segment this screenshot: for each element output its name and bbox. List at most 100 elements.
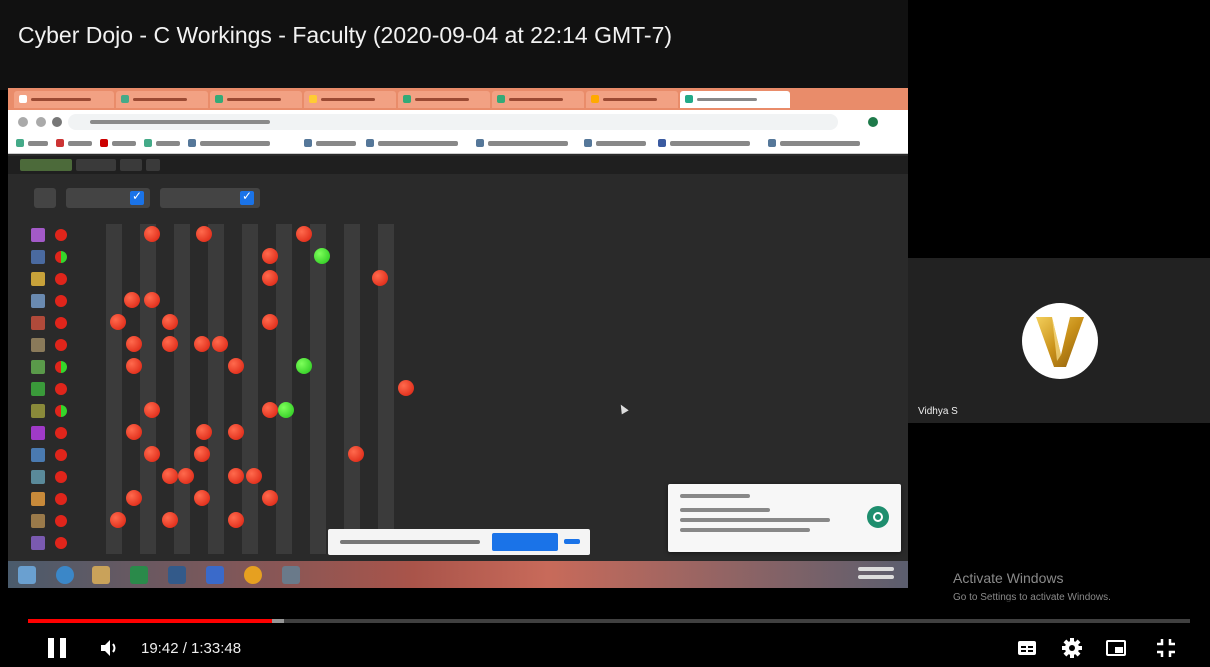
animal-avatar-icon (31, 514, 45, 528)
red-traffic-light-icon (194, 490, 210, 506)
ie-icon (56, 566, 74, 584)
options-button (34, 188, 56, 208)
progress-bar[interactable] (28, 619, 1190, 623)
start-icon (18, 566, 36, 584)
browser-tab (492, 91, 584, 108)
traffic-light-icon (55, 405, 67, 417)
red-traffic-light-icon (398, 380, 414, 396)
pause-button[interactable] (48, 638, 66, 658)
red-traffic-light-icon (144, 402, 160, 418)
red-traffic-light-icon (228, 512, 244, 528)
browser-tab (14, 91, 114, 108)
video-player[interactable]: Cyber Dojo - C Workings - Faculty (2020-… (0, 0, 1210, 667)
bookmark-icon (56, 139, 64, 147)
red-traffic-light-icon (196, 226, 212, 242)
forward-icon (36, 117, 46, 127)
browser-tab-strip (8, 88, 908, 110)
app-icon (130, 566, 148, 584)
traffic-light-rows (28, 224, 414, 554)
animal-avatar-icon (31, 470, 45, 484)
red-traffic-light-icon (262, 490, 278, 506)
red-traffic-light-icon (196, 424, 212, 440)
dojo-options (8, 184, 908, 212)
video-title: Cyber Dojo - C Workings - Faculty (2020-… (18, 22, 673, 48)
volume-icon (101, 640, 116, 656)
v-logo-icon (1036, 317, 1084, 367)
traffic-light-icon (55, 493, 67, 505)
bookmarks-bar (8, 134, 908, 154)
windows-taskbar (8, 561, 908, 588)
red-traffic-light-icon (228, 358, 244, 374)
bookmark-icon (188, 139, 196, 147)
reload-icon (52, 117, 62, 127)
bookmark-icon (16, 139, 24, 147)
hide-notice-button (564, 539, 580, 544)
traffic-light-icon (55, 427, 67, 439)
animal-avatar-icon (31, 294, 45, 308)
bookmark-icon (304, 139, 312, 147)
stop-sharing-button (492, 533, 558, 551)
meet-present-icon (867, 506, 889, 528)
activate-windows-title: Activate Windows (953, 570, 1064, 586)
animal-avatar-icon (31, 536, 45, 550)
presenting-popup (668, 484, 901, 552)
red-traffic-light-icon (144, 446, 160, 462)
dojo-button (120, 159, 142, 171)
browser-tab (210, 91, 302, 108)
participant-name: Vidhya S (918, 406, 958, 417)
dojo-button (146, 159, 160, 171)
animal-avatar-icon (31, 426, 45, 440)
checkbox-checked-icon (130, 189, 144, 205)
settings-gear-icon (1062, 638, 1082, 658)
browser-toolbar (8, 110, 908, 134)
red-traffic-light-icon (212, 336, 228, 352)
miniplayer-button[interactable] (1105, 637, 1127, 659)
traffic-light-icon (55, 449, 67, 461)
traffic-light-icon (55, 515, 67, 527)
player-controls: 19:42 / 1:33:48 (0, 600, 1210, 667)
animal-avatar-icon (31, 228, 45, 242)
minute-columns-toggle (160, 188, 260, 208)
bookmark-icon (100, 139, 108, 147)
browser-tab (116, 91, 208, 108)
mouse-cursor-icon (617, 402, 629, 415)
red-traffic-light-icon (126, 336, 142, 352)
app-icon (206, 566, 224, 584)
chrome-icon (244, 566, 262, 584)
bookmark-icon (144, 139, 152, 147)
red-traffic-light-icon (262, 402, 278, 418)
bookmark-icon (584, 139, 592, 147)
participant-avatar (1022, 303, 1098, 379)
subtitles-button[interactable] (1016, 637, 1038, 659)
red-traffic-light-icon (126, 490, 142, 506)
red-traffic-light-icon (178, 468, 194, 484)
red-traffic-light-icon (126, 358, 142, 374)
red-traffic-light-icon (126, 424, 142, 440)
volume-button[interactable] (99, 638, 121, 658)
red-traffic-light-icon (194, 446, 210, 462)
green-traffic-light-icon (278, 402, 294, 418)
animal-avatar-icon (31, 250, 45, 264)
red-traffic-light-icon (144, 226, 160, 242)
green-traffic-light-icon (314, 248, 330, 264)
traffic-light-icon (55, 295, 67, 307)
profile-icon (868, 117, 878, 127)
red-traffic-light-icon (228, 468, 244, 484)
dojo-button (76, 159, 116, 171)
screen-share-notice (328, 529, 590, 555)
traffic-light-icon (55, 273, 67, 285)
taskbar-clock (858, 567, 894, 571)
red-traffic-light-icon (110, 512, 126, 528)
settings-button[interactable] (1061, 637, 1083, 659)
traffic-light-icon (55, 383, 67, 395)
red-traffic-light-icon (162, 336, 178, 352)
red-traffic-light-icon (144, 292, 160, 308)
traffic-light-icon (55, 537, 67, 549)
animal-avatar-icon (31, 360, 45, 374)
app-icon (168, 566, 186, 584)
dojo-toolbar (8, 156, 908, 174)
dojo-button (20, 159, 72, 171)
exit-fullscreen-button[interactable] (1155, 637, 1177, 659)
red-traffic-light-icon (162, 468, 178, 484)
animal-avatar-icon (31, 316, 45, 330)
